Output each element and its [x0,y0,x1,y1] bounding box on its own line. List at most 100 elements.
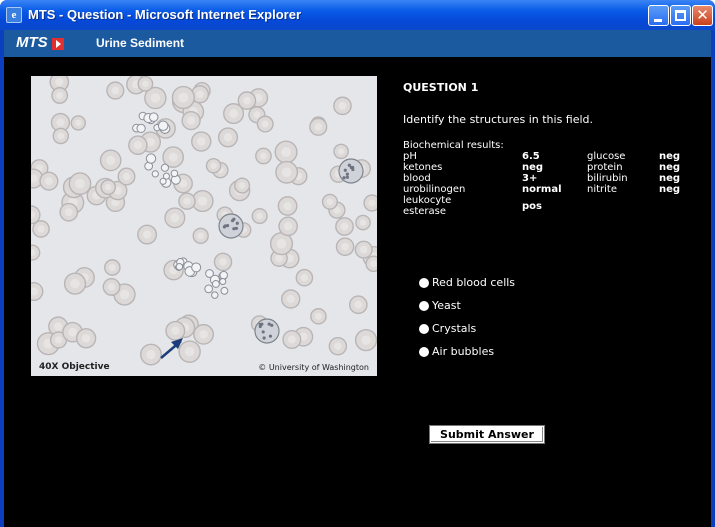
submit-answer-button[interactable]: Submit Answer [429,425,545,444]
radio-button-icon[interactable] [419,346,429,357]
cell-shape [68,327,77,337]
cell-shape [37,225,45,233]
result-label: esterase [403,206,447,217]
cell-shape [354,300,363,309]
cell-shape [314,123,323,131]
close-icon: ✕ [696,6,709,24]
cell-shape [267,322,271,326]
cell-shape [122,172,131,181]
cell-shape [175,262,184,271]
cell-shape [64,208,73,217]
cell-shape [204,284,214,294]
cell-shape [170,169,179,178]
cell-shape [70,278,80,289]
radio-button-icon[interactable] [419,323,429,334]
minimize-button[interactable] [648,5,669,26]
cell-shape [44,177,53,186]
cell-shape [210,162,217,169]
result-value: 3+ [522,173,538,184]
cell-shape [56,118,65,127]
radio-button-icon[interactable] [419,277,429,288]
logo-arrow-icon [52,38,64,50]
ie-icon[interactable]: e [6,7,22,23]
result-label: blood [403,173,431,184]
answer-option[interactable]: Yeast [419,299,461,312]
cell-shape [142,80,149,88]
cell-shape [150,93,161,103]
maximize-button[interactable] [670,5,691,26]
answer-option[interactable]: Red blood cells [419,276,515,289]
option-label[interactable]: Red blood cells [432,276,515,289]
result-value: neg [522,162,544,173]
cell-shape [286,294,295,304]
cell-shape [136,123,146,134]
cell-shape [261,330,265,334]
answer-option[interactable]: Crystals [419,322,476,335]
question-prompt: Identify the structures in this field. [403,113,594,126]
cell-shape [54,336,63,344]
option-label[interactable]: Crystals [432,322,476,335]
cell-shape [108,264,116,271]
cell-shape [276,238,287,249]
result-value: neg [659,173,681,184]
result-value: normal [522,184,562,195]
cell-shape [234,226,238,230]
cell-shape [196,137,206,146]
mts-logo: MTS [16,34,48,51]
answer-option[interactable]: Air bubbles [419,345,494,358]
cell-shape [119,289,130,300]
option-label[interactable]: Yeast [432,299,461,312]
cell-shape [284,222,293,231]
cell-shape [178,92,189,103]
cell-shape [222,225,227,229]
cell-shape [191,262,202,273]
micrograph-cells [31,76,377,366]
cell-shape [337,148,345,155]
cell-shape [75,178,85,189]
app-header: MTS Urine Sediment [4,30,711,57]
cell-shape [145,153,157,164]
cell-shape [205,269,214,278]
cell-shape [326,198,334,206]
cell-shape [243,96,251,105]
cell-shape [160,163,170,172]
cell-shape [340,222,349,231]
cell-shape [275,254,283,262]
result-label: leukocyte [403,195,452,206]
cell-shape [146,349,156,360]
biochem-heading: Biochemical results: [403,140,504,151]
cell-shape [133,141,142,150]
result-value: neg [659,162,681,173]
close-button[interactable]: ✕ [692,5,713,26]
cell-shape [334,342,342,351]
cell-shape [315,312,322,320]
cell-shape [168,152,178,162]
cell-shape [183,197,191,205]
cell-shape [261,120,269,128]
cell-shape [197,196,208,206]
cell-shape [260,152,267,160]
radio-button-icon[interactable] [419,300,429,311]
cell-shape [170,213,180,223]
option-label[interactable]: Air bubbles [432,345,494,358]
cell-shape [162,172,170,180]
cell-shape [53,322,63,331]
cell-shape [258,322,262,326]
cell-shape [219,258,227,266]
cell-shape [196,90,204,99]
cell-shape [219,270,229,280]
cell-shape [220,286,229,295]
maximize-icon [675,10,686,21]
cell-shape [184,346,195,357]
result-value: neg [659,151,681,162]
cell-shape [197,232,205,240]
title-bar[interactable]: e MTS - Question - Microsoft Internet Ex… [0,0,715,30]
cell-shape [338,158,364,184]
result-label: nitrite [587,184,617,195]
cell-shape [151,170,159,178]
cell-shape [218,213,244,239]
result-value: neg [659,184,681,195]
cell-shape [75,119,82,127]
cell-shape [199,329,208,339]
result-value: 6.5 [522,151,540,162]
